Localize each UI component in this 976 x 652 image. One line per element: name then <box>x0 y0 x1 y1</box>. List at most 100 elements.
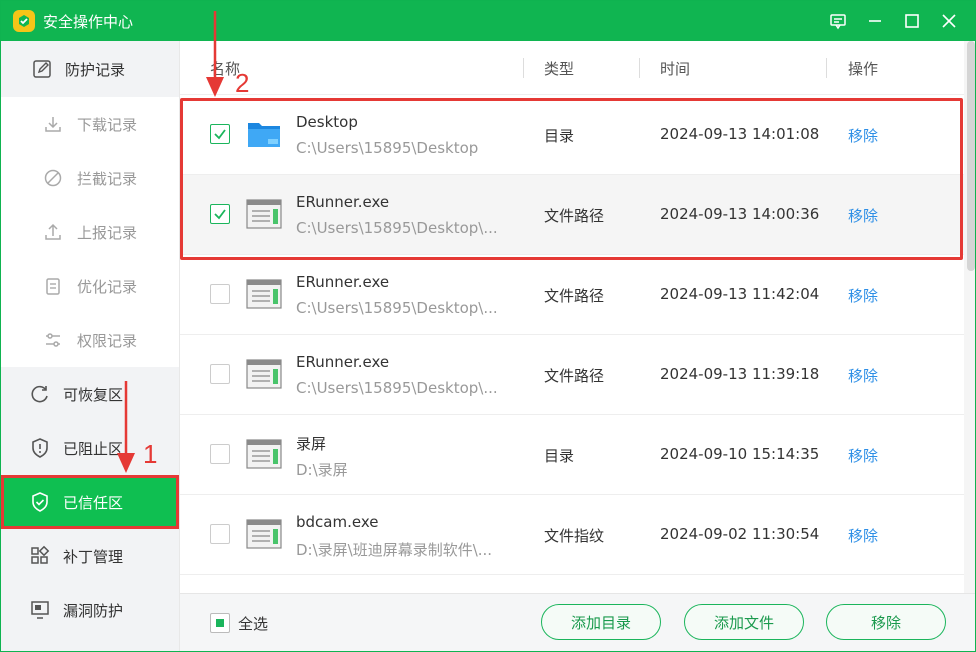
sidebar-item-optimize-records[interactable]: 优化记录 <box>1 259 179 313</box>
file-time: 2024-09-13 14:01:08 <box>660 125 820 143</box>
sidebar-item-protection-records[interactable]: 防护记录 <box>1 41 179 97</box>
minimize-icon[interactable] <box>856 1 893 41</box>
file-window-icon <box>246 199 282 229</box>
table-row[interactable]: 录屏 D:\录屏 目录 2024-09-10 15:14:35 移除 <box>180 415 964 495</box>
file-path: C:\Users\15895\Desktop <box>296 139 479 157</box>
column-header-type[interactable]: 类型 <box>544 58 574 79</box>
file-time: 2024-09-13 11:39:18 <box>660 365 820 383</box>
restore-icon <box>31 385 48 403</box>
select-all-checkbox[interactable] <box>210 613 230 633</box>
file-name: bdcam.exe <box>296 513 379 531</box>
main-content: 名称 类型 时间 操作 Desktop C:\Users\15895\Deskt… <box>179 41 975 651</box>
row-checkbox[interactable] <box>210 284 230 304</box>
remove-link[interactable]: 移除 <box>848 525 878 546</box>
sidebar-item-report-records[interactable]: 上报记录 <box>1 205 179 259</box>
app-window: 安全操作中心 防护记录 下载记录 拦截记录 上报记录 优化记录 权限记录 可恢复… <box>0 0 976 652</box>
row-checkbox[interactable] <box>210 124 230 144</box>
grid-icon <box>31 545 50 564</box>
table-row[interactable]: ERunner.exe C:\Users\15895\Desktop\... 文… <box>180 175 964 255</box>
remove-link[interactable]: 移除 <box>848 205 878 226</box>
add-directory-button[interactable]: 添加目录 <box>541 604 661 640</box>
close-icon[interactable] <box>930 1 967 41</box>
table-row[interactable]: ERunner.exe C:\Users\15895\Desktop\... 文… <box>180 255 964 335</box>
sidebar-item-label: 权限记录 <box>77 331 138 350</box>
column-divider[interactable] <box>826 58 827 78</box>
file-time: 2024-09-10 15:14:35 <box>660 445 820 463</box>
file-path: C:\Users\15895\Desktop\... <box>296 219 498 237</box>
sidebar-item-label: 优化记录 <box>77 277 138 296</box>
file-name: ERunner.exe <box>296 193 390 211</box>
file-name: ERunner.exe <box>296 273 390 291</box>
sidebar-item-label: 上报记录 <box>77 223 138 242</box>
sidebar-item-patch-management[interactable]: 补丁管理 <box>1 529 179 583</box>
vertical-scrollbar[interactable] <box>964 41 975 593</box>
sidebar-item-label: 可恢复区 <box>63 385 124 404</box>
monitor-icon <box>31 601 49 619</box>
file-name: ERunner.exe <box>296 353 390 371</box>
select-all-label[interactable]: 全选 <box>238 613 268 634</box>
sidebar-sub-group: 下载记录 拦截记录 上报记录 优化记录 权限记录 <box>1 97 179 367</box>
file-type: 文件路径 <box>544 367 605 385</box>
feedback-icon[interactable] <box>819 1 856 41</box>
table-row[interactable]: Desktop C:\Users\15895\Desktop 目录 2024-0… <box>180 95 964 175</box>
row-checkbox[interactable] <box>210 364 230 384</box>
column-header-time[interactable]: 时间 <box>660 58 690 79</box>
footer-bar: 全选 添加目录 添加文件 移除 <box>180 593 975 651</box>
sidebar-item-block-records[interactable]: 拦截记录 <box>1 151 179 205</box>
file-name: 录屏 <box>296 435 327 453</box>
row-checkbox[interactable] <box>210 444 230 464</box>
sidebar-item-permission-records[interactable]: 权限记录 <box>1 313 179 367</box>
sidebar-item-trusted[interactable]: 已信任区 <box>1 475 179 529</box>
table-row[interactable]: ERunner.exe C:\Users\15895\Desktop\... 文… <box>180 335 964 415</box>
sidebar-item-label: 拦截记录 <box>77 169 138 188</box>
table-body: Desktop C:\Users\15895\Desktop 目录 2024-0… <box>180 95 964 575</box>
add-file-button[interactable]: 添加文件 <box>684 604 804 640</box>
block-icon <box>44 169 62 187</box>
file-time: 2024-09-13 11:42:04 <box>660 285 820 303</box>
remove-link[interactable]: 移除 <box>848 365 878 386</box>
file-path: D:\录屏\班迪屏幕录制软件\... <box>296 541 493 559</box>
maximize-icon[interactable] <box>893 1 930 41</box>
sidebar-item-vulnerability-protection[interactable]: 漏洞防护 <box>1 583 179 637</box>
title-bar: 安全操作中心 <box>1 1 975 41</box>
sidebar-item-label: 漏洞防护 <box>63 601 124 620</box>
upload-icon <box>45 223 61 240</box>
file-path: C:\Users\15895\Desktop\... <box>296 379 498 397</box>
sidebar-item-label: 下载记录 <box>77 115 138 134</box>
column-divider[interactable] <box>639 58 640 78</box>
column-divider[interactable] <box>523 58 524 78</box>
shield-alert-icon <box>32 438 48 458</box>
app-logo-icon <box>13 10 35 32</box>
remove-link[interactable]: 移除 <box>848 125 878 146</box>
annotation-step-2: 2 <box>235 68 250 98</box>
sidebar-item-label: 已信任区 <box>63 493 124 512</box>
sidebar-item-label: 防护记录 <box>65 60 126 79</box>
remove-link[interactable]: 移除 <box>848 445 878 466</box>
file-window-icon <box>246 519 282 549</box>
table-row[interactable]: bdcam.exe D:\录屏\班迪屏幕录制软件\... 文件指纹 2024-0… <box>180 495 964 575</box>
remove-button[interactable]: 移除 <box>826 604 946 640</box>
sidebar-item-label: 补丁管理 <box>63 547 124 566</box>
edit-icon <box>33 60 51 78</box>
file-type: 文件指纹 <box>544 527 605 545</box>
sidebar-item-download-records[interactable]: 下载记录 <box>1 97 179 151</box>
file-window-icon <box>246 359 282 389</box>
app-title: 安全操作中心 <box>43 12 134 31</box>
file-path: D:\录屏 <box>296 461 348 479</box>
file-type: 目录 <box>544 127 575 145</box>
clipboard-icon <box>46 278 60 295</box>
remove-link[interactable]: 移除 <box>848 285 878 306</box>
column-header-action: 操作 <box>848 60 879 78</box>
table-header: 名称 类型 时间 操作 <box>180 41 964 95</box>
row-checkbox[interactable] <box>210 524 230 544</box>
scrollbar-thumb[interactable] <box>967 41 975 271</box>
sidebar: 防护记录 下载记录 拦截记录 上报记录 优化记录 权限记录 可恢复区 已阻止区 … <box>1 41 179 651</box>
file-time: 2024-09-13 14:00:36 <box>660 205 820 223</box>
file-window-icon <box>246 279 282 309</box>
row-checkbox[interactable] <box>210 204 230 224</box>
file-name: Desktop <box>296 113 358 131</box>
sidebar-item-recoverable[interactable]: 可恢复区 <box>1 367 179 421</box>
folder-icon <box>248 123 280 147</box>
shield-check-icon <box>32 492 48 512</box>
file-type: 目录 <box>544 447 575 465</box>
